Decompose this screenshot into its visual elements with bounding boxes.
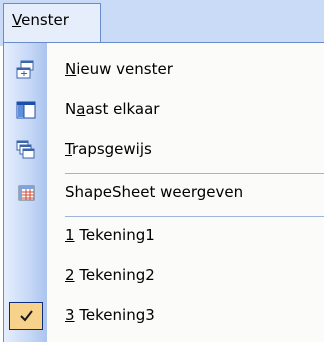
menu-item-label: Trapsgewijs bbox=[65, 140, 152, 158]
menu-item-label: Nieuw venster bbox=[65, 60, 173, 78]
menu-item-new-window[interactable]: Nieuw venster bbox=[4, 50, 324, 90]
menu-item-drawing-2[interactable]: 2 Tekening2 bbox=[4, 256, 324, 296]
new-window-icon bbox=[16, 60, 36, 80]
menu-item-shapesheet[interactable]: ShapeSheet weergeven bbox=[4, 173, 324, 213]
shapesheet-icon bbox=[16, 183, 36, 203]
menu-title-post: enster bbox=[21, 11, 69, 29]
venster-dropdown: Nieuw venster Naast elkaar Trapsgewijs S… bbox=[3, 42, 324, 342]
menu-item-label: 1 Tekening1 bbox=[65, 226, 155, 244]
tile-icon bbox=[16, 100, 36, 120]
menu-item-label: 3 Tekening3 bbox=[65, 306, 155, 324]
menu-item-cascade[interactable]: Trapsgewijs bbox=[4, 130, 324, 170]
menu-item-tile[interactable]: Naast elkaar bbox=[4, 90, 324, 130]
menu-title-mnemonic: V bbox=[12, 11, 22, 29]
menu-item-label: Naast elkaar bbox=[65, 100, 160, 118]
checkmark-icon bbox=[20, 310, 33, 322]
menu-item-label: ShapeSheet weergeven bbox=[65, 183, 244, 201]
menu-item-label: 2 Tekening2 bbox=[65, 266, 155, 284]
cascade-icon bbox=[16, 140, 36, 160]
menu-item-drawing-1[interactable]: 1 Tekening1 bbox=[4, 216, 324, 256]
checked-indicator bbox=[9, 302, 43, 330]
menu-item-drawing-3[interactable]: 3 Tekening3 bbox=[4, 296, 324, 336]
menu-venster[interactable]: Venster bbox=[3, 3, 101, 43]
